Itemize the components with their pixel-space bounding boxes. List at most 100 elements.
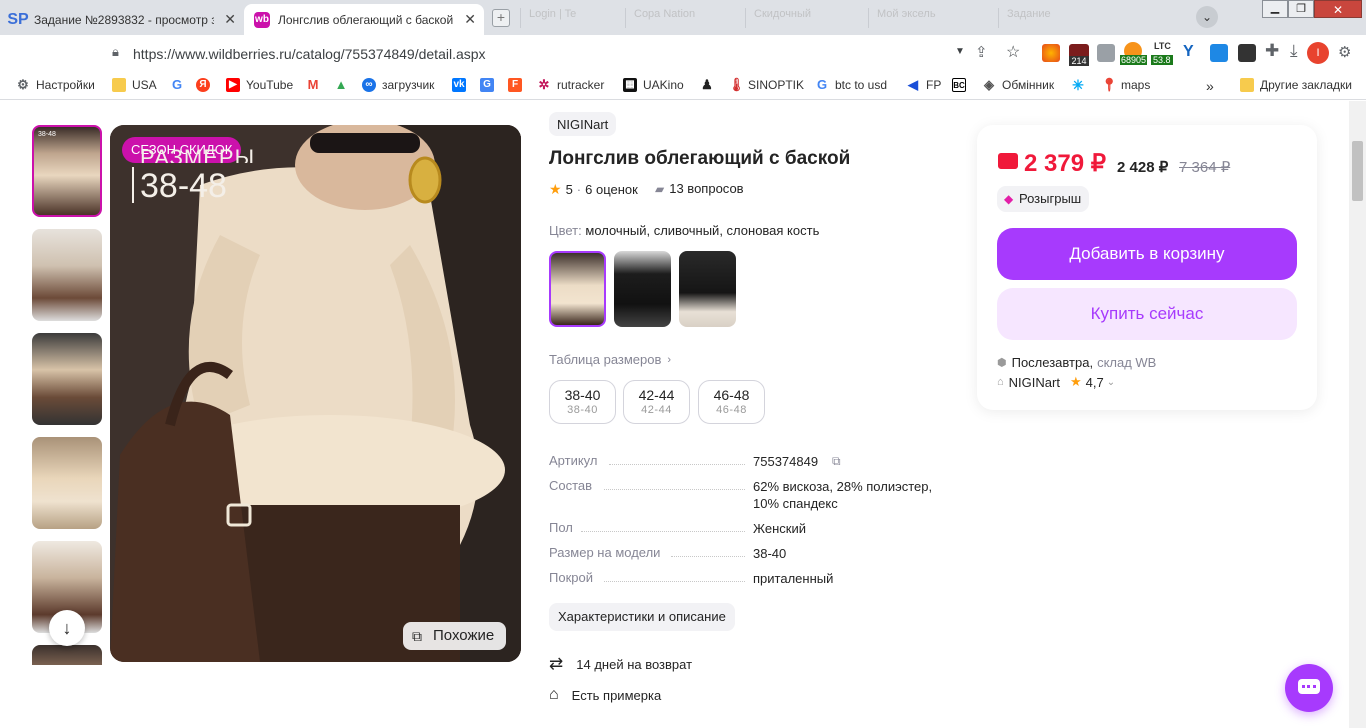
- size-button[interactable]: 46-48 46-48: [698, 380, 765, 424]
- omnibox[interactable]: 🔒︎ https://www.wildberries.ru/catalog/75…: [100, 40, 1030, 66]
- chat-button[interactable]: [1285, 664, 1333, 712]
- tab-assignment[interactable]: SP Задание №2893832 - просмотр з ✕: [0, 4, 244, 35]
- similar-button[interactable]: ⧉ Похожие: [403, 622, 507, 650]
- bookmark-item[interactable]: G: [170, 78, 190, 92]
- other-bookmarks[interactable]: Другие закладки: [1240, 78, 1352, 92]
- fitting-text: Есть примерка: [571, 687, 662, 703]
- size-button[interactable]: 38-40 38-40: [549, 380, 616, 424]
- close-window-icon[interactable]: ✕: [1314, 0, 1362, 18]
- thumbnail-4[interactable]: [32, 437, 102, 529]
- v-extension-icon[interactable]: Y: [1183, 43, 1194, 61]
- bookmark-item[interactable]: ◀ FP: [906, 78, 941, 93]
- size-table-link[interactable]: Таблица размеров ›: [549, 352, 671, 367]
- thermometer-icon: 🌡︎: [728, 77, 745, 92]
- puzzle-icon[interactable]: ✚: [1265, 41, 1279, 61]
- scrollbar-thumb[interactable]: [1352, 141, 1363, 201]
- questions-link[interactable]: ▰ 13 вопросов: [655, 181, 744, 196]
- photo-overlay-label: РАЗМЕРЫ: [140, 149, 256, 163]
- fire-extension-icon[interactable]: [1042, 44, 1060, 62]
- tab-ghost[interactable]: Мой эксель: [868, 8, 988, 28]
- bookmark-item[interactable]: USA: [112, 78, 157, 92]
- seller-row[interactable]: ⌂ NIGINart ★ 4,7 ⌄: [997, 374, 1115, 390]
- share-icon[interactable]: ⇪: [975, 43, 988, 61]
- bookmark-item[interactable]: ▲: [334, 78, 354, 92]
- bookmark-item[interactable]: ♟: [700, 78, 720, 92]
- spec-value: Женский: [753, 521, 806, 536]
- settings-ext-icon[interactable]: ⚙: [1338, 43, 1351, 61]
- bookmark-item[interactable]: BC: [952, 78, 972, 92]
- spec-dots: [609, 464, 745, 465]
- star-icon: ★: [1069, 374, 1082, 389]
- bookmark-item[interactable]: M: [306, 78, 326, 92]
- product-page: 38-48 ↓ СЕЗОН СКИДОК РАЗМЕРЫ 38-48 ⧉ Пох…: [0, 101, 1366, 728]
- main-product-photo[interactable]: СЕЗОН СКИДОК РАЗМЕРЫ 38-48 ⧉ Похожие: [110, 125, 521, 662]
- minimize-icon[interactable]: ▁: [1262, 0, 1288, 18]
- bookmark-item[interactable]: ✳: [1071, 78, 1091, 92]
- color-row: Цвет: молочный, сливочный, слоновая кост…: [549, 223, 819, 238]
- color-value: молочный, сливочный, слоновая кость: [585, 223, 820, 238]
- thumbnail-2[interactable]: [32, 229, 102, 321]
- return-policy-row[interactable]: ⇄ 14 дней на возврат: [549, 654, 692, 674]
- close-icon[interactable]: ✕: [224, 11, 236, 28]
- copy-icon[interactable]: ⧉: [832, 454, 841, 469]
- thumbnail-1[interactable]: 38-48: [32, 125, 102, 217]
- bookmark-item[interactable]: ◈ Обмінник: [982, 78, 1054, 93]
- downloads-icon[interactable]: ⤓: [1290, 41, 1298, 61]
- chevron-down-icon[interactable]: ⌄: [1107, 377, 1115, 388]
- bookmark-item[interactable]: ⚙ Настройки: [16, 78, 95, 93]
- reviews-count[interactable]: 6 оценок: [585, 182, 638, 197]
- color-swatch-black-1[interactable]: [614, 251, 671, 327]
- bookmark-item[interactable]: ✲ rutracker: [537, 78, 605, 93]
- download-extension-icon[interactable]: [1210, 44, 1228, 62]
- briefcase-extension-icon[interactable]: [1097, 44, 1115, 62]
- add-to-cart-button[interactable]: Добавить в корзину: [997, 228, 1297, 280]
- buy-now-button[interactable]: Купить сейчас: [997, 288, 1297, 340]
- thumbnail-3[interactable]: [32, 333, 102, 425]
- bookmark-item[interactable]: Gbtc to usd: [815, 78, 887, 93]
- url-text[interactable]: https://www.wildberries.ru/catalog/75537…: [133, 46, 486, 62]
- dropdown-icon[interactable]: ▼: [955, 46, 965, 57]
- bookmark-star-icon[interactable]: ☆: [1006, 42, 1020, 62]
- new-tab-button[interactable]: +: [492, 9, 510, 27]
- color-swatch-black-2[interactable]: [679, 251, 736, 327]
- profile-avatar[interactable]: I: [1307, 42, 1329, 64]
- tab-search-icon[interactable]: ⌄: [1196, 6, 1218, 28]
- translate-icon: G: [480, 78, 494, 92]
- ltc-value-badge: 53.8: [1151, 55, 1173, 65]
- tab-ghost[interactable]: Скидочный: [745, 8, 855, 28]
- tab-ghost[interactable]: Copa Nation: [625, 8, 735, 28]
- tab-ghost[interactable]: Login | Te: [520, 8, 615, 28]
- scroll-down-arrow-icon[interactable]: ↓: [49, 610, 85, 646]
- color-swatch-cream[interactable]: [549, 251, 606, 327]
- thumbnail-6[interactable]: [32, 645, 102, 665]
- bookmark-item[interactable]: 🌡︎ SINOPTIK: [728, 77, 804, 93]
- bookmark-item[interactable]: G: [480, 78, 500, 92]
- tab-ghost[interactable]: Задание: [998, 8, 1098, 28]
- bookmark-item[interactable]: 📍︎ maps: [1101, 78, 1150, 93]
- tab-wildberries[interactable]: wb Лонгслив облегающий с баской ✕: [244, 4, 484, 35]
- folder-icon: [112, 78, 126, 92]
- bookmark-item[interactable]: F: [508, 78, 528, 92]
- promo-chip[interactable]: ◆ Розыгрыш: [997, 186, 1090, 212]
- spec-key: Пол: [549, 520, 573, 535]
- buy-box: 2 379 ₽ 2 428 ₽ 7 364 ₽ ◆ Розыгрыш Добав…: [977, 125, 1317, 410]
- size-button[interactable]: 42-44 42-44: [623, 380, 690, 424]
- maximize-icon[interactable]: ❐: [1288, 0, 1314, 18]
- f-icon: F: [508, 78, 522, 92]
- bookmark-item[interactable]: vk: [452, 78, 472, 92]
- bookmark-item[interactable]: ▦ UAKino: [623, 78, 684, 92]
- bookmark-item[interactable]: ∞ загрузчик: [362, 78, 434, 92]
- brand-chip[interactable]: NIGINart: [549, 112, 617, 136]
- details-button[interactable]: Характеристики и описание: [549, 603, 735, 631]
- bookmark-item[interactable]: ▶ YouTube: [226, 78, 293, 92]
- fitting-row[interactable]: ⌂ Есть примерка: [549, 686, 661, 704]
- sp-favicon-icon: SP: [7, 10, 29, 28]
- scrollbar[interactable]: [1349, 101, 1366, 728]
- bookmarks-bar: ⚙ Настройки USA G Я ▶ YouTube M ▲ ∞ загрузч…: [0, 72, 1366, 100]
- rating-row[interactable]: ★ 5 · 6 оценок: [549, 181, 638, 198]
- bc-icon: BC: [952, 78, 966, 92]
- terminal-extension-icon[interactable]: [1238, 44, 1256, 62]
- bookmark-item[interactable]: Я: [196, 78, 216, 92]
- more-bookmarks-button[interactable]: »: [1206, 78, 1214, 94]
- close-icon[interactable]: ✕: [464, 11, 476, 28]
